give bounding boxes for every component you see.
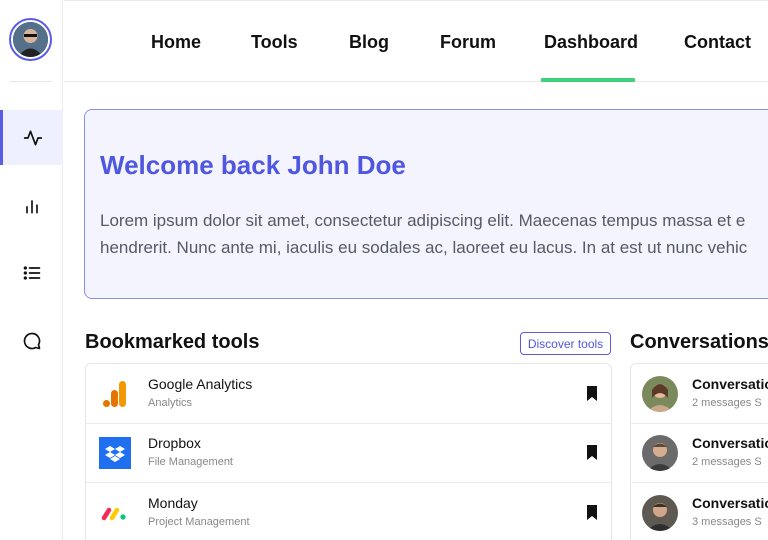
- bookmark-icon[interactable]: [586, 505, 598, 520]
- conversation-title: Conversatio: [692, 376, 768, 392]
- conversation-meta: 2 messages S: [692, 397, 762, 409]
- sidebar-item-stats[interactable]: [0, 178, 63, 233]
- bookmark-icon[interactable]: [586, 386, 598, 401]
- conversation-row[interactable]: Conversatio 2 messages S: [631, 423, 768, 483]
- sidebar-divider: [10, 81, 52, 82]
- bookmarked-tools-title: Bookmarked tools: [85, 331, 260, 353]
- nav-link-home[interactable]: Home: [151, 32, 201, 53]
- conversations-title: Conversations: [630, 331, 768, 353]
- nav-link-forum[interactable]: Forum: [440, 32, 496, 53]
- bookmark-icon[interactable]: [586, 445, 598, 460]
- tool-category: Project Management: [148, 516, 250, 528]
- welcome-text: Lorem ipsum dolor sit amet, consectetur …: [100, 207, 768, 261]
- conversation-avatar: [642, 376, 678, 412]
- nav-link-blog[interactable]: Blog: [349, 32, 389, 53]
- discover-tools-button[interactable]: Discover tools: [520, 332, 611, 355]
- sidebar-item-activity[interactable]: [0, 110, 63, 165]
- tool-category: Analytics: [148, 397, 193, 409]
- conversation-title: Conversatio: [692, 495, 768, 511]
- welcome-text-line-1: Lorem ipsum dolor sit amet, consectetur …: [100, 211, 746, 230]
- bookmarked-tools-list: Google Analytics Analytics Dropbox File …: [85, 363, 612, 540]
- sidebar-item-list[interactable]: [0, 245, 63, 300]
- tool-name: Dropbox: [148, 435, 201, 451]
- bar-chart-icon: [25, 199, 38, 213]
- tool-row-google-analytics[interactable]: Google Analytics Analytics: [86, 364, 611, 424]
- activity-icon: [23, 130, 43, 145]
- avatar-image: [13, 22, 48, 57]
- conversation-meta: 2 messages S: [692, 456, 762, 468]
- tool-name: Google Analytics: [148, 376, 253, 392]
- conversations-list: Conversatio 2 messages S Conversatio 2 m…: [630, 363, 768, 540]
- conversation-row[interactable]: Conversatio 2 messages S: [631, 364, 768, 424]
- user-avatar[interactable]: [9, 18, 52, 61]
- conversation-avatar: [642, 435, 678, 471]
- conversation-title: Conversatio: [692, 435, 768, 451]
- nav-link-dashboard[interactable]: Dashboard: [544, 32, 638, 53]
- conversation-avatar: [642, 495, 678, 531]
- tool-row-dropbox[interactable]: Dropbox File Management: [86, 423, 611, 483]
- sidebar-item-chat[interactable]: [0, 313, 63, 368]
- moon-logo[interactable]: [82, 25, 118, 61]
- list-icon: [23, 265, 40, 280]
- google-analytics-icon: [103, 381, 126, 407]
- nav-active-indicator: [541, 78, 635, 82]
- tool-category: File Management: [148, 456, 233, 468]
- tool-name: Monday: [148, 495, 198, 511]
- dropbox-icon: [99, 437, 131, 469]
- conversation-row[interactable]: Conversatio 3 messages S: [631, 483, 768, 540]
- chat-bubble-icon: [23, 332, 40, 349]
- tool-row-monday[interactable]: Monday Project Management: [86, 483, 611, 540]
- welcome-card: Welcome back John Doe Lorem ipsum dolor …: [84, 109, 768, 299]
- nav-link-contact[interactable]: Contact: [684, 32, 751, 53]
- conversation-meta: 3 messages S: [692, 516, 762, 528]
- welcome-title: Welcome back John Doe: [100, 150, 406, 180]
- top-nav: Home Tools Blog Forum Dashboard Contact: [64, 0, 768, 82]
- nav-link-tools[interactable]: Tools: [251, 32, 298, 53]
- monday-icon: [101, 507, 126, 521]
- sidebar: [0, 0, 63, 540]
- welcome-text-line-2: hendrerit. Nunc ante mi, iaculis eu soda…: [100, 238, 748, 257]
